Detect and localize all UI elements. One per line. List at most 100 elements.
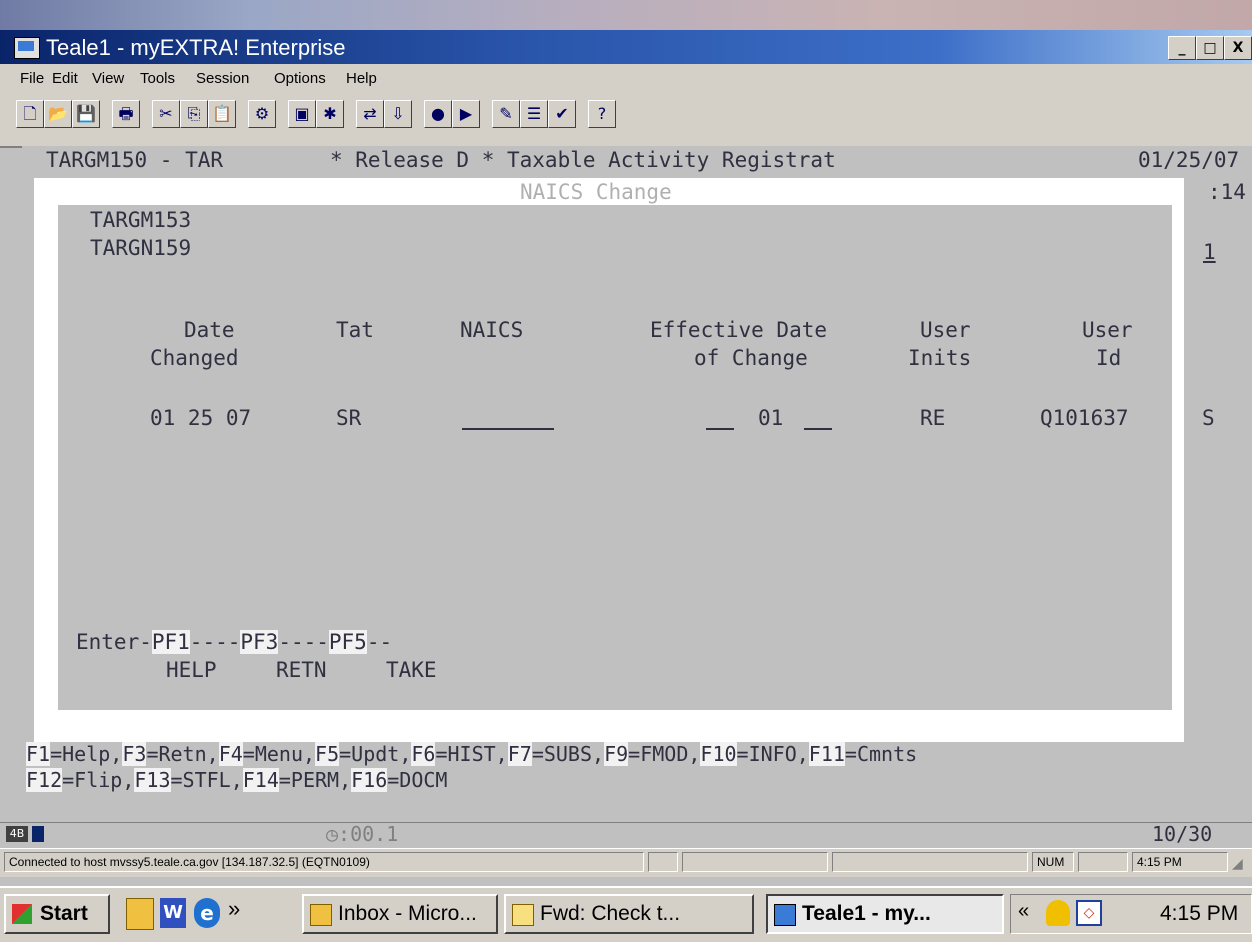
- cursor-position: 10/30: [1152, 822, 1213, 846]
- oia-indicator: 4B: [6, 826, 28, 842]
- fkey-f9[interactable]: F9: [604, 742, 629, 766]
- fkey-f14[interactable]: F14: [242, 768, 279, 792]
- menu-view[interactable]: View: [92, 70, 124, 87]
- effective-year-input[interactable]: [804, 406, 832, 430]
- edit-script-icon[interactable]: ✎: [492, 100, 520, 128]
- task-teale1-label: Teale1 - my...: [802, 902, 931, 925]
- copy-icon[interactable]: ⎘: [180, 100, 208, 128]
- tools-icon[interactable]: ✱: [316, 100, 344, 128]
- menu-file[interactable]: File: [20, 70, 44, 87]
- resize-grip-icon[interactable]: ◢: [1232, 856, 1243, 872]
- screen-id-1: TARGM153: [90, 208, 192, 232]
- status-panel-empty-1: [648, 852, 678, 872]
- menu-edit[interactable]: Edit: [52, 70, 78, 87]
- fkey-legend-line2: F12=Flip,F13=STFL,F14=PERM,F16=DOCM: [26, 768, 447, 792]
- macro-icon[interactable]: ⚙: [248, 100, 276, 128]
- fkey-f13[interactable]: F13: [134, 768, 171, 792]
- security-shield-icon[interactable]: [1046, 900, 1070, 926]
- print-icon[interactable]: 🖶: [112, 100, 140, 128]
- quicklaunch-ie-icon[interactable]: e: [194, 898, 220, 928]
- task-fwd-label: Fwd: Check t...: [540, 902, 681, 925]
- envelope-icon: [512, 904, 534, 926]
- fkey-f6-label: =HIST,: [435, 742, 508, 766]
- task-inbox[interactable]: Inbox - Micro...: [302, 894, 498, 934]
- minimize-button[interactable]: _: [1168, 36, 1196, 60]
- window-title: Teale1 - myEXTRA! Enterprise: [46, 35, 346, 60]
- task-teale1-active[interactable]: Teale1 - my...: [766, 894, 1004, 934]
- pf5-take-label: TAKE: [386, 658, 437, 682]
- status-panel-empty-3: [832, 852, 1028, 872]
- fkey-f3-label: =Retn,: [146, 742, 219, 766]
- fkey-f3[interactable]: F3: [122, 742, 147, 766]
- fkey-legend-line1: F1=Help,F3=Retn,F4=Menu,F5=Updt,F6=HIST,…: [26, 742, 917, 766]
- pf3-key[interactable]: PF3: [240, 630, 279, 654]
- fkey-f6[interactable]: F6: [411, 742, 436, 766]
- operator-info-area: [0, 822, 1252, 849]
- fkey-f1[interactable]: F1: [26, 742, 51, 766]
- properties-icon[interactable]: ☰: [520, 100, 548, 128]
- context-help-icon[interactable]: ?: [588, 100, 616, 128]
- row-user-id: Q101637: [1040, 406, 1129, 430]
- pf5-key[interactable]: PF5: [328, 630, 367, 654]
- connection-status: Connected to host mvssy5.teale.ca.gov [1…: [4, 852, 644, 872]
- menu-options[interactable]: Options: [274, 70, 326, 87]
- fkey-f14-label: =PERM,: [278, 768, 352, 792]
- tray-app-icon[interactable]: ◇: [1076, 900, 1102, 926]
- naics-input[interactable]: [462, 406, 554, 430]
- fkey-f1-label: =Help,: [50, 742, 123, 766]
- screen-id-2: TARGN159: [90, 236, 192, 260]
- fkey-f10-label: =INFO,: [736, 742, 809, 766]
- start-button[interactable]: Start: [4, 894, 110, 934]
- row-date-changed: 01 25 07: [150, 406, 252, 430]
- check-icon[interactable]: ✔: [548, 100, 576, 128]
- header-time: :14: [1208, 180, 1246, 204]
- fkey-f5-label: =Updt,: [339, 742, 412, 766]
- quicklaunch-more-chevron[interactable]: »: [228, 896, 240, 922]
- taskbar-clock[interactable]: 4:15 PM: [1160, 902, 1238, 926]
- receive-icon[interactable]: ⇩: [384, 100, 412, 128]
- menu-help[interactable]: Help: [346, 70, 377, 87]
- paste-icon[interactable]: 📋: [208, 100, 236, 128]
- fkey-f10[interactable]: F10: [700, 742, 737, 766]
- pf-separator-3: --: [366, 630, 393, 654]
- fkey-f7-label: =SUBS,: [531, 742, 605, 766]
- page-number[interactable]: 1: [1203, 240, 1216, 264]
- fkey-f11[interactable]: F11: [808, 742, 845, 766]
- status-panel-empty-2: [682, 852, 828, 872]
- header-date: 01/25/07: [1138, 148, 1240, 172]
- fkey-f16-label: =DOCM: [387, 768, 448, 792]
- menu-tools[interactable]: Tools: [140, 70, 175, 87]
- session-icon[interactable]: ▣: [288, 100, 316, 128]
- close-button[interactable]: X: [1224, 36, 1252, 60]
- menu-session[interactable]: Session: [196, 70, 249, 87]
- fkey-f5[interactable]: F5: [315, 742, 340, 766]
- windows-logo-icon: [12, 904, 32, 924]
- terminal-task-icon: [774, 904, 796, 926]
- fkey-f16[interactable]: F16: [351, 768, 388, 792]
- record-icon[interactable]: ●: [424, 100, 452, 128]
- keyboard-lock-icon: [32, 826, 44, 842]
- play-icon[interactable]: ▶: [452, 100, 480, 128]
- fkey-f12[interactable]: F12: [26, 768, 63, 792]
- open-folder-icon[interactable]: 📂: [44, 100, 72, 128]
- effective-month-input[interactable]: [706, 406, 734, 430]
- quicklaunch-outlook-icon[interactable]: [126, 898, 154, 930]
- header-program: TARGM150 - TAR: [46, 148, 224, 172]
- terminal-app-icon[interactable]: [14, 37, 40, 59]
- tray-expand-chevron[interactable]: «: [1018, 900, 1029, 923]
- fkey-f4[interactable]: F4: [218, 742, 243, 766]
- col-date-line2: Changed: [150, 346, 239, 370]
- task-fwd-email[interactable]: Fwd: Check t...: [504, 894, 754, 934]
- quicklaunch-word-icon[interactable]: W: [160, 898, 186, 928]
- col-effective-line1: Effective Date: [650, 318, 828, 342]
- save-disk-icon[interactable]: 💾: [72, 100, 100, 128]
- new-file-icon[interactable]: 🗋: [16, 100, 44, 128]
- cut-icon[interactable]: ✂: [152, 100, 180, 128]
- fkey-f7[interactable]: F7: [507, 742, 532, 766]
- pf-separator-2: ----: [278, 630, 329, 654]
- maximize-button[interactable]: □: [1196, 36, 1224, 60]
- pf1-key[interactable]: PF1: [151, 630, 190, 654]
- menu-bar: [0, 64, 1252, 92]
- col-userid-line2: Id: [1096, 346, 1122, 370]
- transfer-icon[interactable]: ⇄: [356, 100, 384, 128]
